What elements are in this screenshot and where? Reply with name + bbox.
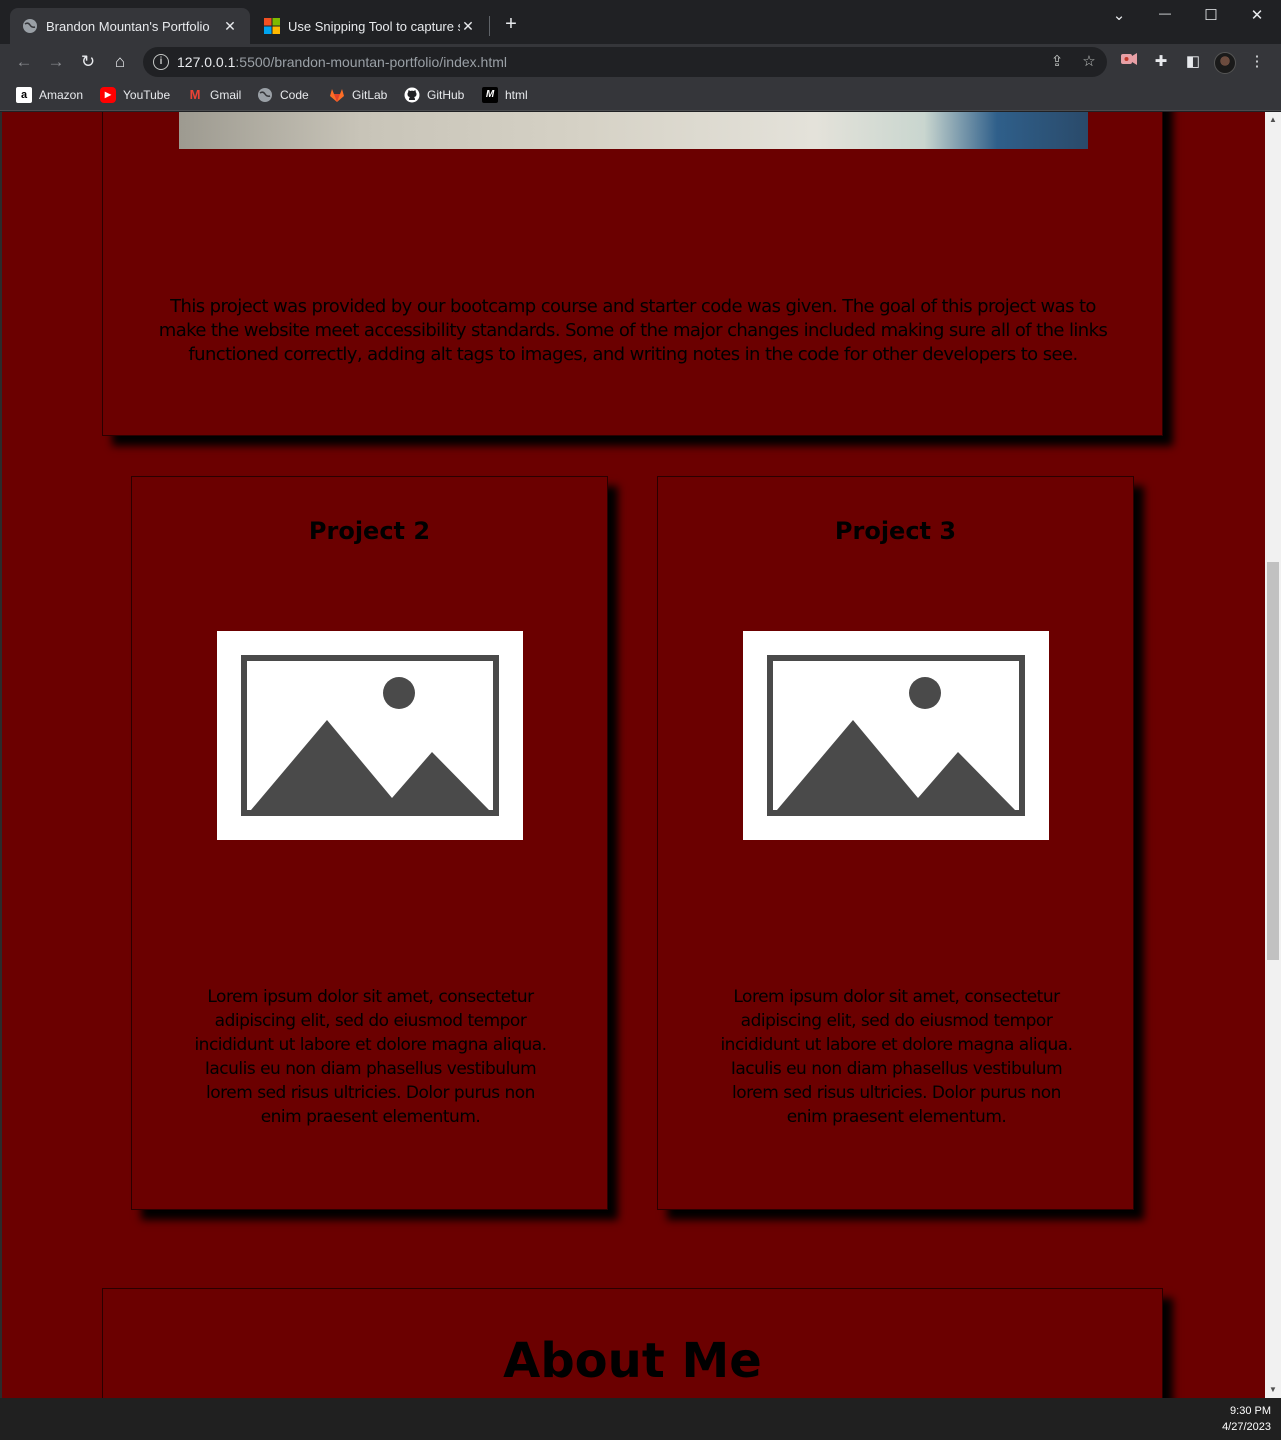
- url-path: :5500/brandon-mountan-portfolio/index.ht…: [235, 54, 508, 70]
- bookmark-github[interactable]: GitHub: [404, 85, 464, 105]
- project-1-card: This project was provided by our bootcam…: [102, 112, 1163, 436]
- window-edge: [0, 112, 2, 1398]
- project-3-description: Lorem ipsum dolor sit amet, consectetur …: [720, 987, 1073, 1127]
- url-text[interactable]: 127.0.0.1:5500/brandon-mountan-portfolio…: [177, 54, 507, 70]
- bookmark-code[interactable]: Code: [257, 85, 309, 105]
- address-bar[interactable]: i 127.0.0.1:5500/brandon-mountan-portfol…: [143, 47, 1107, 77]
- image-placeholder-icon: [217, 631, 523, 840]
- extension-red-icon[interactable]: [1119, 52, 1139, 72]
- html-icon: M: [482, 87, 498, 103]
- globe-icon: [23, 19, 37, 33]
- about-me-card: About Me: [102, 1288, 1163, 1398]
- menu-icon[interactable]: ⋮: [1247, 52, 1267, 72]
- bookmark-amazon[interactable]: a Amazon: [16, 85, 83, 105]
- globe-icon: [258, 88, 272, 102]
- bookmark-label: Amazon: [39, 88, 84, 102]
- back-icon[interactable]: ←: [12, 50, 36, 74]
- bookmark-gitlab[interactable]: GitLab: [329, 85, 387, 105]
- close-window-button[interactable]: ✕: [1245, 6, 1269, 24]
- tab-portfolio[interactable]: Brandon Mountan's Portfolio ✕: [10, 8, 250, 44]
- extensions-puzzle-icon[interactable]: ✚: [1151, 52, 1171, 72]
- share-icon[interactable]: ⇪: [1047, 52, 1067, 72]
- tab-separator: [489, 16, 490, 36]
- clock-time: 9:30 PM: [1230, 1405, 1271, 1417]
- tab-snipping-tool[interactable]: Use Snipping Tool to capture scre ✕: [252, 8, 488, 44]
- forward-icon[interactable]: →: [44, 50, 68, 74]
- new-tab-button[interactable]: +: [500, 13, 522, 35]
- site-info-icon[interactable]: i: [153, 54, 169, 70]
- close-tab-icon[interactable]: ✕: [222, 18, 238, 35]
- project-3-card[interactable]: Project 3 Lorem ipsum dolor sit amet, co…: [657, 476, 1134, 1210]
- maximize-button[interactable]: ☐: [1199, 6, 1223, 24]
- scroll-up-arrow-icon[interactable]: ▲: [1265, 112, 1281, 128]
- project-2-title: Project 2: [308, 517, 431, 545]
- bookmark-label: YouTube: [123, 88, 171, 102]
- bookmark-gmail[interactable]: M Gmail: [187, 85, 242, 105]
- project-1-description: This project was provided by our bootcam…: [158, 296, 1108, 365]
- page-scrollbar[interactable]: ▲ ▼: [1265, 112, 1281, 1398]
- microsoft-icon: [264, 18, 280, 34]
- browser-toolbar: ← → ↻ ⌂ i 127.0.0.1:5500/brandon-mountan…: [0, 44, 1281, 80]
- close-tab-icon[interactable]: ✕: [460, 18, 476, 35]
- tab-search-icon[interactable]: ⌄: [1107, 6, 1131, 24]
- tab-title: Brandon Mountan's Portfolio: [46, 18, 210, 34]
- reload-icon[interactable]: ↻: [76, 50, 100, 74]
- gmail-icon: M: [189, 87, 201, 102]
- bookmark-youtube[interactable]: ▶ YouTube: [100, 85, 170, 105]
- tab-strip: Brandon Mountan's Portfolio ✕ Use Snippi…: [0, 0, 1281, 44]
- minimize-button[interactable]: —: [1153, 6, 1177, 20]
- bookmark-label: html: [505, 88, 528, 102]
- amazon-icon: a: [16, 87, 32, 103]
- bookmark-star-icon[interactable]: ☆: [1079, 52, 1099, 72]
- side-panel-icon[interactable]: ◧: [1183, 52, 1203, 72]
- about-me-title: About Me: [503, 1333, 762, 1389]
- image-placeholder-icon: [743, 631, 1049, 840]
- bookmark-html[interactable]: M html: [482, 85, 528, 105]
- page-viewport: This project was provided by our bootcam…: [0, 112, 1265, 1398]
- bookmark-label: Code: [280, 88, 309, 102]
- scroll-down-arrow-icon[interactable]: ▼: [1265, 1382, 1281, 1398]
- project-2-card[interactable]: Project 2 Lorem ipsum dolor sit amet, co…: [131, 476, 608, 1210]
- project-2-description: Lorem ipsum dolor sit amet, consectetur …: [194, 987, 547, 1127]
- bookmark-label: GitLab: [352, 88, 388, 102]
- clock-date: 4/27/2023: [1222, 1421, 1271, 1433]
- profile-avatar[interactable]: [1214, 52, 1236, 74]
- project-3-title: Project 3: [834, 517, 957, 545]
- bookmarks-bar: a Amazon ▶ YouTube M Gmail Code GitLab G…: [0, 80, 1281, 111]
- tab-title: Use Snipping Tool to capture scre: [288, 18, 460, 34]
- project-1-screenshot: [179, 112, 1088, 149]
- taskbar-clock[interactable]: 9:30 PM 4/27/2023: [1222, 1403, 1271, 1435]
- youtube-icon: ▶: [100, 87, 116, 103]
- windows-taskbar: 9:30 PM 4/27/2023: [0, 1398, 1281, 1440]
- home-icon[interactable]: ⌂: [108, 50, 132, 74]
- bookmark-label: Gmail: [210, 88, 242, 102]
- scroll-thumb[interactable]: [1267, 562, 1279, 960]
- bookmark-label: GitHub: [427, 88, 465, 102]
- gitlab-icon: [330, 89, 344, 102]
- url-host: 127.0.0.1: [177, 54, 236, 70]
- github-icon: [404, 87, 420, 103]
